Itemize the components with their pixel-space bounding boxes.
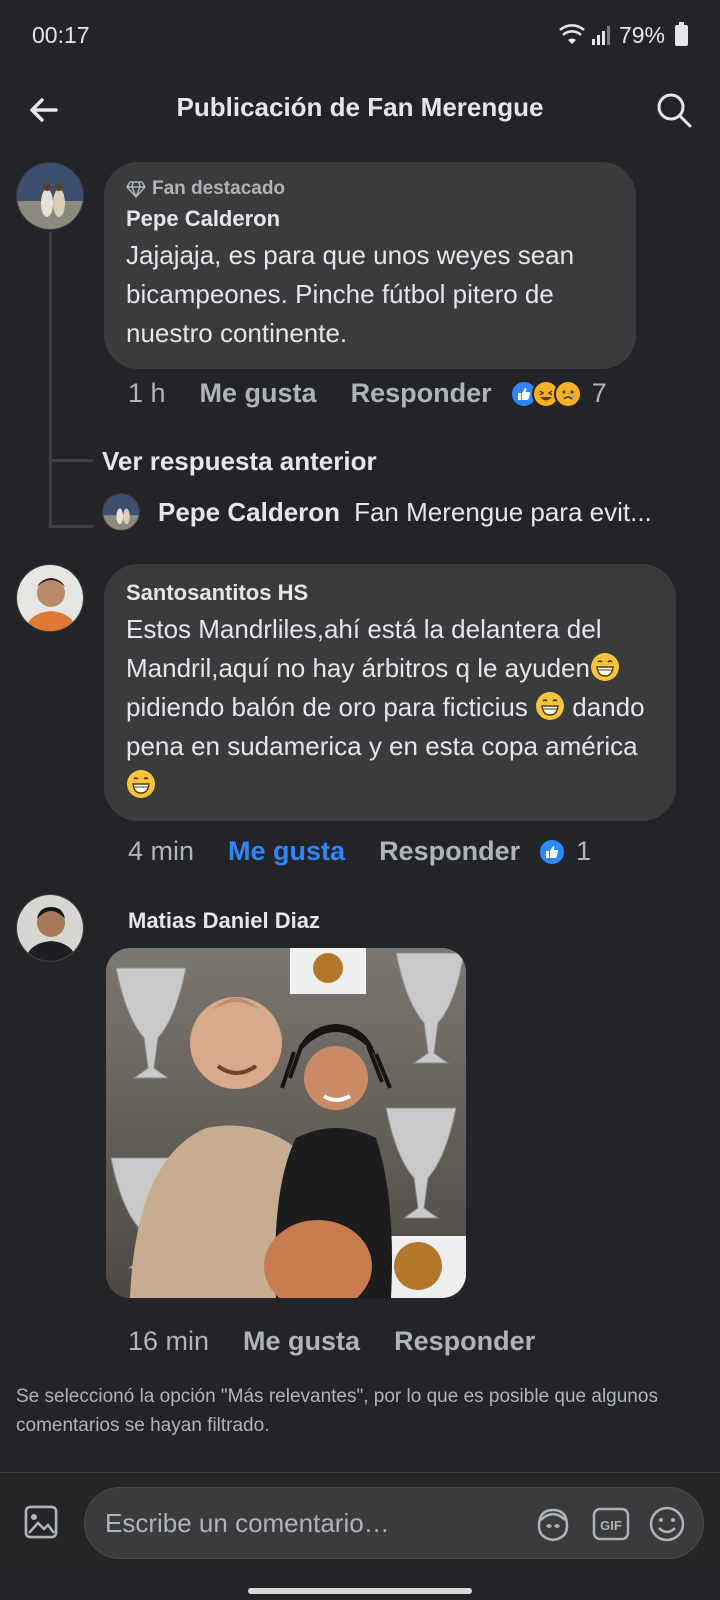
- comment-bubble[interactable]: Santosantitos HS Estos Mandrliles,ahí es…: [104, 564, 676, 821]
- grinning-emoji-icon: [127, 770, 155, 798]
- like-icon: [538, 837, 567, 866]
- grinning-emoji-icon: [590, 653, 619, 681]
- comment-input[interactable]: Escribe un comentario… GIF: [84, 1487, 704, 1559]
- reaction-summary[interactable]: 7: [509, 378, 607, 409]
- gif-icon[interactable]: GIF: [591, 1504, 631, 1544]
- battery-icon: [675, 21, 688, 46]
- fan-badge: Fan destacado: [152, 178, 286, 199]
- reply-button[interactable]: Responder: [394, 1326, 535, 1357]
- filter-notice: Se seleccionó la opción "Más relevantes"…: [16, 1386, 658, 1436]
- comment-text: Jajajaja, es para que unos weyes sean bi…: [126, 240, 575, 348]
- diamond-icon: [126, 181, 146, 198]
- comment-author[interactable]: Pepe Calderon: [126, 206, 614, 232]
- avatar-santosantitos-hs[interactable]: [16, 564, 84, 632]
- avatar-pepe-calderon-small: [102, 493, 140, 531]
- status-time: 00:17: [32, 21, 90, 48]
- signal-icon: [591, 26, 610, 45]
- reply-button[interactable]: Responder: [351, 378, 492, 409]
- avatar-pepe-calderon[interactable]: [16, 162, 84, 230]
- comment-actions: 4 min Me gusta Responder 1: [128, 836, 591, 867]
- gesture-bar[interactable]: [248, 1588, 472, 1594]
- reaction-summary[interactable]: 1: [538, 836, 591, 867]
- comment-time[interactable]: 16 min: [128, 1326, 209, 1357]
- comment-text: Estos Mandrliles,ahí está la delantera d…: [126, 610, 654, 805]
- comment-actions: 16 min Me gusta Responder: [128, 1326, 535, 1357]
- status-bar: 00:17 79%: [0, 0, 720, 70]
- comment-author[interactable]: Matias Daniel Diaz: [128, 908, 320, 934]
- comment-placeholder: Escribe un comentario…: [105, 1508, 390, 1538]
- avatar-matias-daniel-diaz[interactable]: [16, 894, 84, 962]
- like-button[interactable]: Me gusta: [200, 378, 317, 409]
- reply-button[interactable]: Responder: [379, 836, 520, 867]
- comment-author[interactable]: Santosantitos HS: [126, 580, 654, 606]
- header-bar: Publicación de Fan Merengue: [0, 70, 720, 150]
- reaction-count: 1: [576, 836, 592, 866]
- comment-time[interactable]: 1 h: [128, 378, 166, 409]
- comment-time[interactable]: 4 min: [128, 836, 194, 867]
- comment-composer: Escribe un comentario… GIF: [0, 1472, 720, 1572]
- comment-bubble[interactable]: Fan destacado Pepe Calderon Jajajaja, es…: [104, 162, 636, 369]
- view-previous-replies-link[interactable]: Ver respuesta anterior: [102, 446, 377, 477]
- reaction-count: 7: [591, 378, 607, 408]
- emoji-icon[interactable]: [647, 1504, 687, 1544]
- avatar-sticker-icon[interactable]: [533, 1504, 573, 1544]
- reply-snippet: Fan Merengue para evit...: [354, 496, 652, 527]
- reply-author: Pepe Calderon: [158, 496, 341, 527]
- comment-actions: 1 h Me gusta Responder 7: [128, 378, 607, 409]
- grinning-emoji-icon: [536, 692, 565, 720]
- page-title: Publicación de Fan Merengue: [176, 92, 544, 122]
- thread-branch: [49, 459, 93, 462]
- wifi-icon: [559, 24, 585, 44]
- like-button[interactable]: Me gusta: [243, 1326, 360, 1357]
- thread-branch: [49, 525, 93, 528]
- search-icon[interactable]: [652, 88, 696, 132]
- battery-percent: 79%: [618, 21, 665, 48]
- reply-preview[interactable]: Pepe Calderon Fan Merengue para evit...: [102, 492, 702, 532]
- sad-icon: [553, 379, 582, 408]
- thread-line: [49, 232, 52, 528]
- like-button[interactable]: Me gusta: [228, 836, 345, 867]
- comment-image[interactable]: [106, 948, 466, 1298]
- svg-text:GIF: GIF: [600, 1518, 622, 1533]
- photo-icon[interactable]: [20, 1501, 64, 1545]
